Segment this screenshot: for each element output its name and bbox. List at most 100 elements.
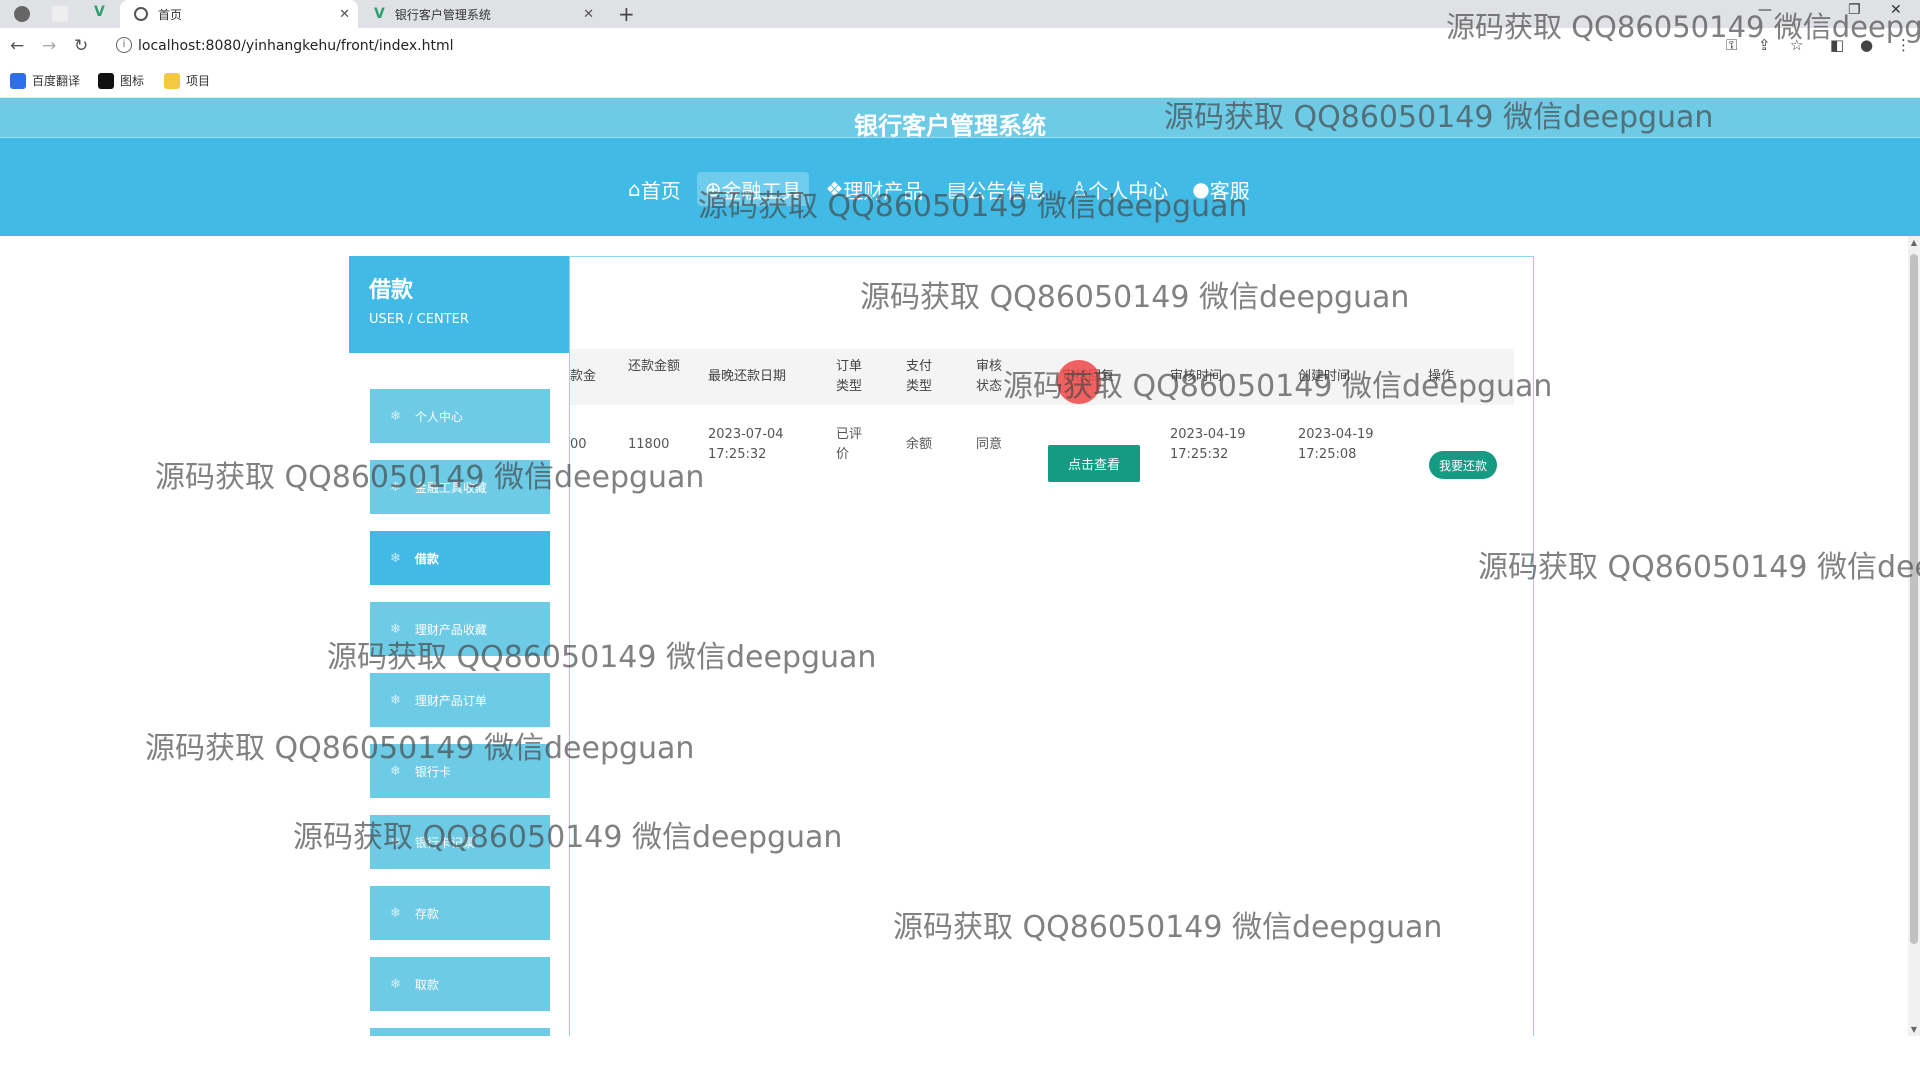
cell-created-time: 2023-04-19 17:25:08 <box>1298 427 1374 462</box>
sidebar-subtitle: USER / CENTER <box>369 312 469 327</box>
sidebar-item-product-orders[interactable]: ❄ 理财产品订单 <box>370 673 550 727</box>
sidebar-item-deposit[interactable]: ❄ 存款 <box>370 886 550 940</box>
scrollbar-thumb[interactable] <box>1910 254 1918 944</box>
bookmark-label: 项目 <box>186 74 211 88</box>
col-status: 审核状态 <box>976 359 1003 394</box>
sidebar-item-label: 金融工具收藏 <box>414 480 487 495</box>
nav-user-center[interactable]: ♙ 个人中心 <box>1062 172 1176 206</box>
sidebar-item-label: 存款 <box>414 906 439 921</box>
sidebar-item-label: 取款 <box>414 977 439 992</box>
user-icon: ♙ <box>1070 177 1089 201</box>
cell-amount: 00 <box>570 437 587 452</box>
sidebar-item-card-records[interactable]: ❄ 银行卡记录 <box>370 815 550 869</box>
nav-announcements[interactable]: ▤ 公告信息 <box>939 172 1054 206</box>
cell-deadline: 2023-07-04 17:25:32 <box>708 427 784 462</box>
reload-icon[interactable]: ↻ <box>74 36 88 56</box>
col-pay-type: 支付类型 <box>906 359 933 394</box>
sidebar-item-user-center[interactable]: ❄ 个人中心 <box>370 389 550 443</box>
menu-icon[interactable]: ⋮ <box>1896 36 1911 54</box>
share-icon[interactable]: ⇪ <box>1758 36 1771 54</box>
sidebar-item-bank-card[interactable]: ❄ 银行卡 <box>370 744 550 798</box>
forward-icon[interactable]: → <box>42 36 56 56</box>
nav-financial-tools[interactable]: ⊕ 金融工具 <box>696 172 810 206</box>
scroll-up-icon[interactable]: ▲ <box>1908 238 1920 247</box>
nav-label: 客服 <box>1209 178 1250 203</box>
bookmark-icons[interactable]: 图标 <box>98 72 144 89</box>
nav-label: 首页 <box>640 178 681 203</box>
globe-icon <box>134 7 148 21</box>
main-nav: ⌂ 首页 ⊕ 金融工具 ❖ 理财产品 ▤ 公告信息 ♙ 个人中心 ● 客服 <box>0 138 1920 236</box>
nav-home[interactable]: ⌂ 首页 <box>620 172 689 206</box>
bookmark-baidu-translate[interactable]: 百度翻译 <box>10 72 80 89</box>
info-icon[interactable]: i <box>116 37 132 53</box>
sidebar-item-label: 个人中心 <box>414 409 463 424</box>
col-amount: 款金 <box>570 369 597 384</box>
vue-tab-icon[interactable]: V <box>94 4 105 20</box>
pinned-tab-icon[interactable] <box>52 6 68 22</box>
url-text: localhost:8080/yinhangkehu/front/index.h… <box>138 38 454 54</box>
sidebar-item-loan[interactable]: ❄ 借款 <box>370 531 550 585</box>
key-icon[interactable]: ⚿ <box>1726 36 1737 54</box>
view-reply-button[interactable]: 点击查看 <box>1048 445 1140 482</box>
translate-icon <box>10 72 26 89</box>
image-icon <box>98 72 114 89</box>
snowflake-icon: ❄ <box>390 479 401 495</box>
pinned-tab-icon[interactable] <box>14 6 30 22</box>
nav-wealth-products[interactable]: ❖ 理财产品 <box>817 172 931 206</box>
tab-title: 银行客户管理系统 <box>394 7 491 22</box>
url-bar[interactable]: i localhost:8080/yinhangkehu/front/index… <box>108 33 1708 59</box>
bookmark-label: 图标 <box>120 74 145 88</box>
tab-bank-system[interactable]: V 银行客户管理系统 ✕ <box>362 0 602 28</box>
bookmark-project[interactable]: 项目 <box>164 72 210 89</box>
restore-icon[interactable]: ❐ <box>1848 2 1861 18</box>
col-deadline: 最晚还款日期 <box>708 369 787 384</box>
sidebar-item-product-favorites[interactable]: ❄ 理财产品收藏 <box>370 602 550 656</box>
close-window-icon[interactable]: ✕ <box>1890 2 1902 18</box>
cell-repay-amount: 11800 <box>628 437 670 452</box>
tab-home[interactable]: 首页 ✕ <box>120 0 358 28</box>
new-tab-icon[interactable]: + <box>618 2 635 26</box>
close-icon[interactable]: ✕ <box>583 7 594 22</box>
col-action: 操作 <box>1428 369 1455 384</box>
browser-tabstrip: V 首页 ✕ V 银行客户管理系统 ✕ + — ❐ ✕ <box>0 0 1920 28</box>
tab-title: 首页 <box>158 7 183 22</box>
nav-label: 公告信息 <box>966 178 1047 203</box>
bookmark-label: 百度翻译 <box>32 74 81 88</box>
sidebar-title: 借款 <box>369 278 414 303</box>
col-review-time: 审核时间 <box>1170 369 1223 384</box>
snowflake-icon: ❄ <box>390 834 401 850</box>
cell-pay-type: 余额 <box>906 437 933 452</box>
sidebar-item-more[interactable] <box>370 1028 550 1036</box>
tools-icon: ⊕ <box>704 177 722 201</box>
snowflake-icon: ❄ <box>390 621 401 637</box>
sidepanel-icon[interactable]: ◧ <box>1830 36 1844 54</box>
sidebar-item-label: 理财产品订单 <box>414 693 487 708</box>
back-icon[interactable]: ← <box>10 36 24 56</box>
scroll-down-icon[interactable]: ▼ <box>1908 1025 1920 1034</box>
snowflake-icon: ❄ <box>390 976 401 992</box>
cell-review-time: 2023-04-19 17:25:32 <box>1170 427 1246 462</box>
sidebar-item-tool-favorites[interactable]: ❄ 金融工具收藏 <box>370 460 550 514</box>
cap-icon: ❖ <box>825 177 844 201</box>
nav-customer-service[interactable]: ● 客服 <box>1184 172 1257 206</box>
sidebar-item-withdraw[interactable]: ❄ 取款 <box>370 957 550 1011</box>
vue-icon: V <box>374 6 385 22</box>
notice-icon: ▤ <box>947 177 967 201</box>
address-toolbar: ← → ↻ i localhost:8080/yinhangkehu/front… <box>0 28 1920 64</box>
sidebar-item-label: 借款 <box>414 551 439 566</box>
repay-button[interactable]: 我要还款 <box>1429 451 1497 479</box>
close-icon[interactable]: ✕ <box>339 7 350 22</box>
page-scrollbar[interactable]: ▲ ▼ <box>1908 236 1920 1036</box>
snowflake-icon: ❄ <box>390 550 401 566</box>
service-icon: ● <box>1192 177 1210 201</box>
minimize-icon[interactable]: — <box>1758 2 1772 18</box>
snowflake-icon: ❄ <box>390 408 401 424</box>
site-title-bar: 银行客户管理系统 <box>0 98 1920 140</box>
star-icon[interactable]: ☆ <box>1790 36 1803 54</box>
table-row: 00 11800 2023-07-04 17:25:32 已评价 余额 同意 2… <box>570 407 1514 483</box>
bookmarks-bar: 百度翻译 图标 项目 <box>0 64 1920 98</box>
table-header: 款金 还款金额 最晚还款日期 订单类型 支付类型 审核状态 审核回复 审核时间 … <box>570 349 1514 405</box>
profile-icon[interactable]: ● <box>1860 36 1873 54</box>
watermark: 源码获取 QQ86050149 微信deepguan <box>1478 550 1920 585</box>
click-indicator <box>1057 360 1101 404</box>
